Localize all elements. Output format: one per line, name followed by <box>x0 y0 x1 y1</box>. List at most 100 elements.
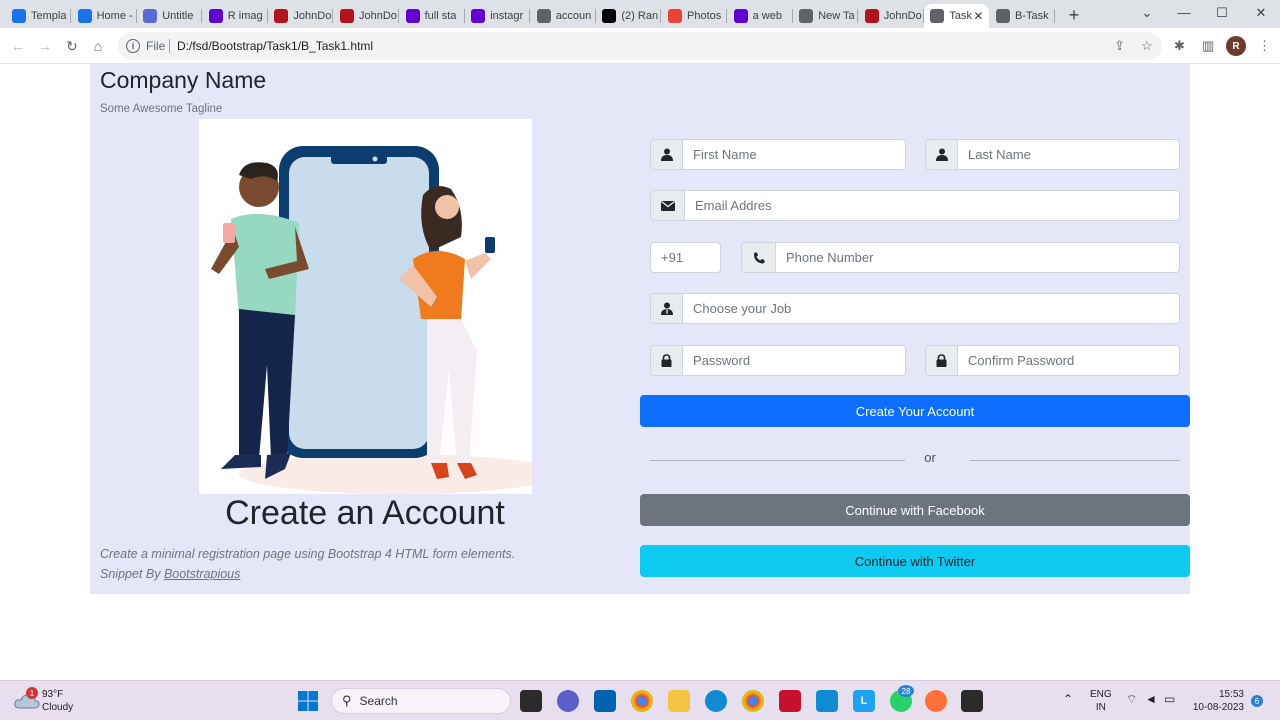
browser-tab[interactable]: Untitle <box>137 4 203 28</box>
sublime-icon[interactable] <box>961 690 983 712</box>
registration-container: Company Name Some Awesome Tagline Create… <box>90 64 1190 594</box>
windows-taskbar: 1 93°F Cloudy ⚲ Search L 28 ⌃ ENG IN ⌔ ◄… <box>0 680 1280 720</box>
lang-bottom: IN <box>1095 702 1106 713</box>
windows-start-icon[interactable] <box>297 690 319 712</box>
bootstrapious-link[interactable]: Bootstrapious <box>164 567 240 581</box>
address-bar[interactable]: i File D:/fsd/Bootstrap/Task1/B_Task1.ht… <box>118 32 1162 60</box>
language-indicator[interactable]: ENG IN <box>1090 688 1112 714</box>
browser-tab[interactable]: B-Task <box>990 4 1055 28</box>
browser-tab[interactable]: New Ta <box>793 4 859 28</box>
new-tab-button[interactable]: + <box>1063 4 1085 26</box>
create-account-button[interactable]: Create Your Account <box>640 395 1190 427</box>
reload-button[interactable]: ↻ <box>63 37 81 55</box>
mcafee-icon[interactable] <box>779 690 801 712</box>
weather-widget[interactable]: 1 93°F Cloudy <box>14 687 84 715</box>
doc-icon <box>143 9 158 23</box>
browser-tab[interactable]: instagr <box>465 4 531 28</box>
browser-tab[interactable]: Task ✕ <box>924 4 990 28</box>
url-divider <box>169 39 170 53</box>
browser-toolbar: ← → ↻ ⌂ i File D:/fsd/Bootstrap/Task1/B_… <box>0 28 1280 64</box>
browser-tab[interactable]: Templa <box>6 4 71 28</box>
browser-tab[interactable]: Home - <box>72 4 137 28</box>
yahoo-icon <box>405 9 420 23</box>
task-view-icon[interactable] <box>520 690 542 712</box>
chrome-profile-icon[interactable] <box>742 690 764 712</box>
email-group <box>650 190 1180 221</box>
maximize-button[interactable]: ☐ <box>1213 5 1231 21</box>
site-info-icon[interactable]: i <box>126 39 140 53</box>
notification-badge[interactable]: 6 <box>1251 695 1263 707</box>
volume-icon[interactable]: ◄ <box>1145 693 1157 706</box>
browser-tab[interactable]: full sta <box>400 4 465 28</box>
tab-title: a web <box>752 10 782 22</box>
minimize-button[interactable]: — <box>1175 5 1193 20</box>
wifi-icon[interactable]: ⌔ <box>1126 693 1137 706</box>
battery-icon[interactable]: ▭ <box>1164 693 1175 706</box>
bookmark-star-icon[interactable]: ☆ <box>1141 38 1153 54</box>
password-input[interactable] <box>683 346 905 375</box>
back-button[interactable]: ← <box>9 37 27 55</box>
user-icon <box>926 140 958 169</box>
taskbar-search[interactable]: ⚲ Search <box>331 688 511 714</box>
tab-separator <box>1054 9 1055 23</box>
lang-top: ENG <box>1090 689 1112 700</box>
url-text[interactable]: D:/fsd/Bootstrap/Task1/B_Task1.html <box>177 39 373 53</box>
facebook-button[interactable]: Continue with Facebook <box>640 494 1190 526</box>
country-code-select[interactable]: +91 <box>650 242 721 273</box>
last-name-input[interactable] <box>958 140 1179 169</box>
signup-illustration <box>199 119 532 494</box>
share-icon[interactable]: ⇪ <box>1114 38 1125 54</box>
file-explorer-icon[interactable] <box>668 690 690 712</box>
divider-left <box>650 460 905 461</box>
close-tab-icon[interactable]: ✕ <box>973 9 983 23</box>
close-window-button[interactable]: ✕ <box>1252 5 1270 21</box>
job-select[interactable] <box>683 294 1179 323</box>
browser-tab[interactable]: (2) Ran <box>596 4 662 28</box>
user-icon <box>651 140 683 169</box>
browser-tab[interactable]: a web <box>728 4 793 28</box>
browser-tab[interactable]: Photos <box>662 4 727 28</box>
edge-icon[interactable] <box>705 690 727 712</box>
clock[interactable]: 15:53 10-08-2023 <box>1192 688 1244 714</box>
password-group <box>650 345 906 376</box>
browser-tab[interactable]: JohnDo <box>859 4 924 28</box>
tray-chevron-icon[interactable]: ⌃ <box>1063 693 1073 706</box>
chrome-icon[interactable] <box>631 690 653 712</box>
browser-tab[interactable]: JohnDo <box>334 4 399 28</box>
phone-group <box>741 242 1180 273</box>
browser-tab[interactable]: accoun <box>531 4 596 28</box>
twitter-button[interactable]: Continue with Twitter <box>640 545 1190 577</box>
confirm-password-input[interactable] <box>958 346 1179 375</box>
r-icon <box>274 9 289 23</box>
firefox-icon[interactable] <box>925 690 947 712</box>
phone-input[interactable] <box>776 243 1179 272</box>
side-panel-icon[interactable]: ▥ <box>1202 38 1214 54</box>
forward-button[interactable]: → <box>36 37 54 55</box>
tab-title: JohnDo <box>883 10 922 22</box>
confirm-password-group <box>925 345 1180 376</box>
menu-kebab-icon[interactable]: ⋮ <box>1258 38 1271 54</box>
store-icon[interactable] <box>594 690 616 712</box>
home-button[interactable]: ⌂ <box>89 37 107 55</box>
search-icon: ⚲ <box>342 693 352 708</box>
browser-tab[interactable]: R imag <box>203 4 268 28</box>
tab-title: (2) Ran <box>621 10 659 22</box>
last-name-group <box>925 139 1180 170</box>
l-app-icon[interactable]: L <box>853 690 875 712</box>
tab-search-icon[interactable]: ⌄ <box>1138 5 1156 21</box>
profile-avatar[interactable]: R <box>1226 36 1246 56</box>
tab-title: full sta <box>424 10 457 22</box>
first-name-input[interactable] <box>683 140 905 169</box>
tab-title: JohnDo <box>359 10 397 22</box>
c-icon <box>77 9 92 23</box>
photos-icon <box>668 9 682 23</box>
email-input[interactable] <box>685 191 1179 220</box>
browser-tab[interactable]: JohnDo <box>268 4 334 28</box>
teams-chat-icon[interactable] <box>557 690 579 712</box>
browser-tab-strip: Templa Home - Untitle R imag JohnDo JohnDo ful… <box>0 0 1280 28</box>
first-name-group <box>650 139 906 170</box>
tab-title: Templa <box>31 10 67 22</box>
job-group <box>650 293 1180 324</box>
extensions-icon[interactable]: ✱ <box>1174 38 1185 54</box>
app-icon[interactable] <box>816 690 838 712</box>
